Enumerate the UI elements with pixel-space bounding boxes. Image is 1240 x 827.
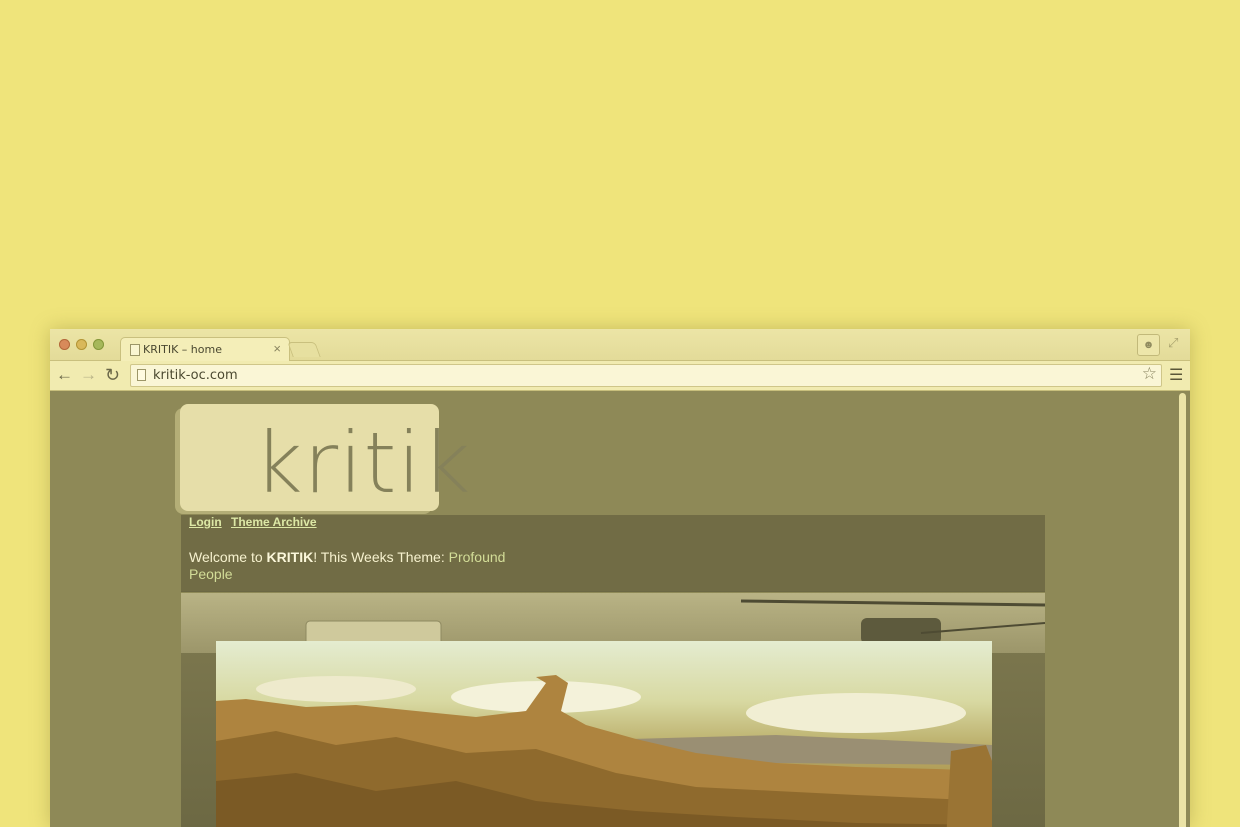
- tab-close-icon[interactable]: ×: [273, 341, 281, 356]
- site-header: Login Theme Archive Welcome to KRITIK! T…: [181, 515, 1045, 592]
- person-icon[interactable]: ☻: [1137, 334, 1160, 356]
- browser-window: KRITIK – home × ☻ ⤢ ← → ↻ kritik-oc.com …: [50, 329, 1190, 827]
- scrollbar[interactable]: [1175, 391, 1190, 827]
- star-icon[interactable]: ☆: [1142, 364, 1157, 384]
- expand-icon[interactable]: ⤢: [1168, 335, 1178, 351]
- arrow-left-icon[interactable]: ←: [56, 364, 73, 386]
- zoom-window-button[interactable]: [93, 339, 104, 350]
- minimize-window-button[interactable]: [76, 339, 87, 350]
- login-link[interactable]: Login: [189, 515, 222, 529]
- welcome-suffix: ! This Weeks Theme:: [313, 549, 449, 565]
- title-bar: KRITIK – home × ☻ ⤢: [50, 329, 1190, 361]
- address-bar[interactable]: kritik-oc.com ☆: [130, 364, 1162, 387]
- tab-title: KRITIK – home: [143, 343, 222, 356]
- arrow-right-icon[interactable]: →: [80, 364, 97, 386]
- logo-text: kritik: [254, 414, 472, 512]
- page-icon: [137, 369, 146, 381]
- close-window-button[interactable]: [59, 339, 70, 350]
- welcome-prefix: Welcome to: [189, 549, 267, 565]
- projection-screen: [216, 641, 992, 827]
- new-tab-button[interactable]: [287, 342, 321, 357]
- brand-name: KRITIK: [266, 549, 314, 565]
- canyon-landscape: [216, 675, 992, 827]
- toolbar: ← → ↻ kritik-oc.com ☆ ☰: [50, 361, 1190, 391]
- feature-photo: [181, 593, 1045, 827]
- reload-icon[interactable]: ↻: [105, 364, 120, 386]
- site-nav: Login Theme Archive: [189, 515, 323, 529]
- hamburger-menu-icon[interactable]: ☰: [1169, 365, 1183, 385]
- theme-archive-link[interactable]: Theme Archive: [231, 515, 317, 529]
- scrollbar-thumb[interactable]: [1179, 393, 1186, 827]
- tab-home[interactable]: KRITIK – home ×: [120, 337, 290, 361]
- document-icon: [130, 344, 140, 356]
- page-content: kritik Login Theme Archive Welcome to KR…: [50, 391, 1175, 827]
- welcome-message: Welcome to KRITIK! This Weeks Theme: Pro…: [189, 549, 519, 583]
- site-logo[interactable]: kritik: [180, 404, 470, 512]
- url-text[interactable]: kritik-oc.com: [153, 368, 238, 383]
